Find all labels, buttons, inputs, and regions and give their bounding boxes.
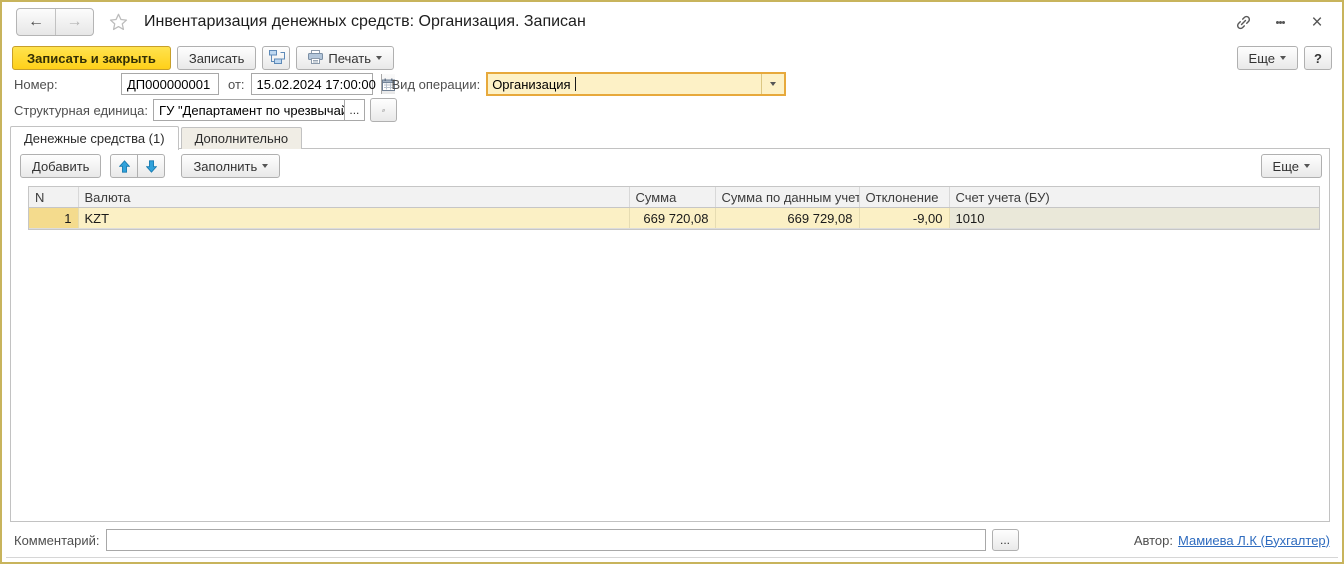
col-header-account: Счет учета (БУ): [949, 187, 1319, 208]
structural-unit-value: ГУ "Департамент по чрезвычайным: [159, 102, 344, 118]
comment-choose-button[interactable]: ...: [991, 529, 1019, 551]
comment-field[interactable]: [105, 529, 986, 551]
date-value: 15.02.2024 17:00:00: [256, 76, 376, 92]
footer-bar: Комментарий: ... Автор: Мамиева Л.К (Бух…: [2, 528, 1342, 552]
postings-icon: [268, 49, 285, 67]
cell-currency[interactable]: KZT: [78, 207, 630, 229]
date-label: от:: [228, 76, 245, 92]
save-and-close-button[interactable]: Записать и закрыть: [12, 46, 171, 70]
history-nav: ← →: [16, 8, 94, 36]
text-cursor: [574, 77, 576, 91]
currency-table: N Валюта Сумма Сумма по данным учета Отк…: [28, 186, 1320, 230]
help-button[interactable]: ?: [1304, 46, 1332, 70]
tab-panel: Добавить Заполнить Еще N Валюта Сумма Су…: [10, 148, 1330, 522]
col-header-currency: Валюта: [78, 187, 630, 208]
operation-value: Организация: [492, 76, 571, 92]
move-up-button[interactable]: [110, 154, 139, 178]
structural-unit-field[interactable]: ГУ "Департамент по чрезвычайным ...: [153, 99, 366, 121]
arrow-down-icon: [145, 159, 157, 173]
operation-label: Вид операции:: [391, 76, 481, 92]
col-header-n: N: [29, 187, 79, 208]
chevron-down-icon: [770, 82, 777, 86]
structural-unit-label: Структурная единица:: [14, 102, 149, 118]
cell-account[interactable]: 1010: [949, 207, 1319, 229]
move-row-group: [110, 154, 166, 178]
more-button[interactable]: Еще: [1236, 46, 1298, 70]
author-block: Автор: Мамиева Л.К (Бухгалтер): [1134, 533, 1330, 548]
bottom-divider: [6, 557, 1338, 558]
tab-additional[interactable]: Дополнительно: [180, 127, 303, 149]
cell-n[interactable]: 1: [29, 207, 79, 229]
forward-button[interactable]: →: [55, 9, 93, 35]
move-down-button[interactable]: [137, 154, 166, 178]
more-menu-icon[interactable]: [1269, 11, 1291, 33]
author-link[interactable]: Мамиева Л.К (Бухгалтер): [1178, 533, 1330, 548]
open-button[interactable]: [370, 98, 398, 122]
document-window: ← → Инвентаризация денежных средств: Орг…: [0, 0, 1344, 564]
back-icon: ←: [28, 13, 44, 30]
table-more-button[interactable]: Еще: [1260, 154, 1322, 178]
date-field[interactable]: 15.02.2024 17:00:00: [250, 73, 395, 95]
back-button[interactable]: ←: [17, 9, 55, 35]
tab-cash-funds[interactable]: Денежные средства (1): [10, 126, 179, 150]
dropdown-button[interactable]: [761, 74, 784, 94]
cell-amount[interactable]: 669 720,08: [629, 207, 716, 229]
choose-button[interactable]: ...: [343, 100, 364, 120]
header-field-row: Номер: ДП000000001 от: 15.02.2024 17:00:…: [2, 72, 1342, 96]
get-link-icon[interactable]: [1232, 11, 1254, 33]
close-icon[interactable]: ×: [1306, 11, 1328, 33]
comment-label: Комментарий:: [14, 532, 100, 548]
col-header-deviation: Отклонение: [859, 187, 950, 208]
tab-strip: Денежные средства (1) Дополнительно: [10, 126, 1330, 150]
titlebar-actions: ×: [1232, 11, 1328, 33]
fill-button[interactable]: Заполнить: [181, 154, 281, 178]
open-in-window-icon: [382, 108, 386, 112]
fill-label: Заполнить: [193, 158, 258, 174]
number-field[interactable]: ДП000000001: [121, 73, 219, 95]
number-label: Номер:: [14, 76, 58, 92]
author-label: Автор:: [1133, 532, 1173, 548]
titlebar: ← → Инвентаризация денежных средств: Орг…: [2, 2, 1342, 42]
table-toolbar: Добавить Заполнить Еще: [11, 149, 1329, 184]
page-title: Инвентаризация денежных средств: Организ…: [144, 13, 586, 30]
chevron-down-icon: [1280, 56, 1286, 60]
table-header-row: N Валюта Сумма Сумма по данным учета Отк…: [29, 187, 1319, 208]
chevron-down-icon: [1304, 164, 1310, 168]
cell-deviation[interactable]: -9,00: [859, 207, 950, 229]
arrow-up-icon: [118, 159, 130, 173]
favorite-star-icon[interactable]: [108, 12, 129, 33]
printer-icon: [308, 49, 324, 67]
header-field-row: Структурная единица: ГУ "Департамент по …: [2, 98, 1342, 122]
chevron-down-icon: [376, 56, 382, 60]
cell-amount-accounting[interactable]: 669 729,08: [715, 207, 860, 229]
show-postings-button[interactable]: [262, 46, 291, 70]
forward-icon: →: [66, 13, 83, 30]
more-label: Еще: [1248, 50, 1275, 66]
command-bar: Записать и закрыть Записать Печать Еще ?: [2, 44, 1342, 72]
print-button[interactable]: Печать: [296, 46, 394, 70]
more-label: Еще: [1272, 158, 1299, 174]
operation-combobox[interactable]: Организация: [486, 72, 787, 96]
add-row-button[interactable]: Добавить: [20, 154, 102, 178]
print-label: Печать: [328, 50, 371, 66]
col-header-amount: Сумма: [629, 187, 716, 208]
save-button[interactable]: Записать: [176, 46, 257, 70]
chevron-down-icon: [262, 164, 269, 168]
table-row: 1 KZT 669 720,08 669 729,08 -9,00 1010: [29, 207, 1319, 229]
col-header-amount-accounting: Сумма по данным учета: [715, 187, 860, 208]
